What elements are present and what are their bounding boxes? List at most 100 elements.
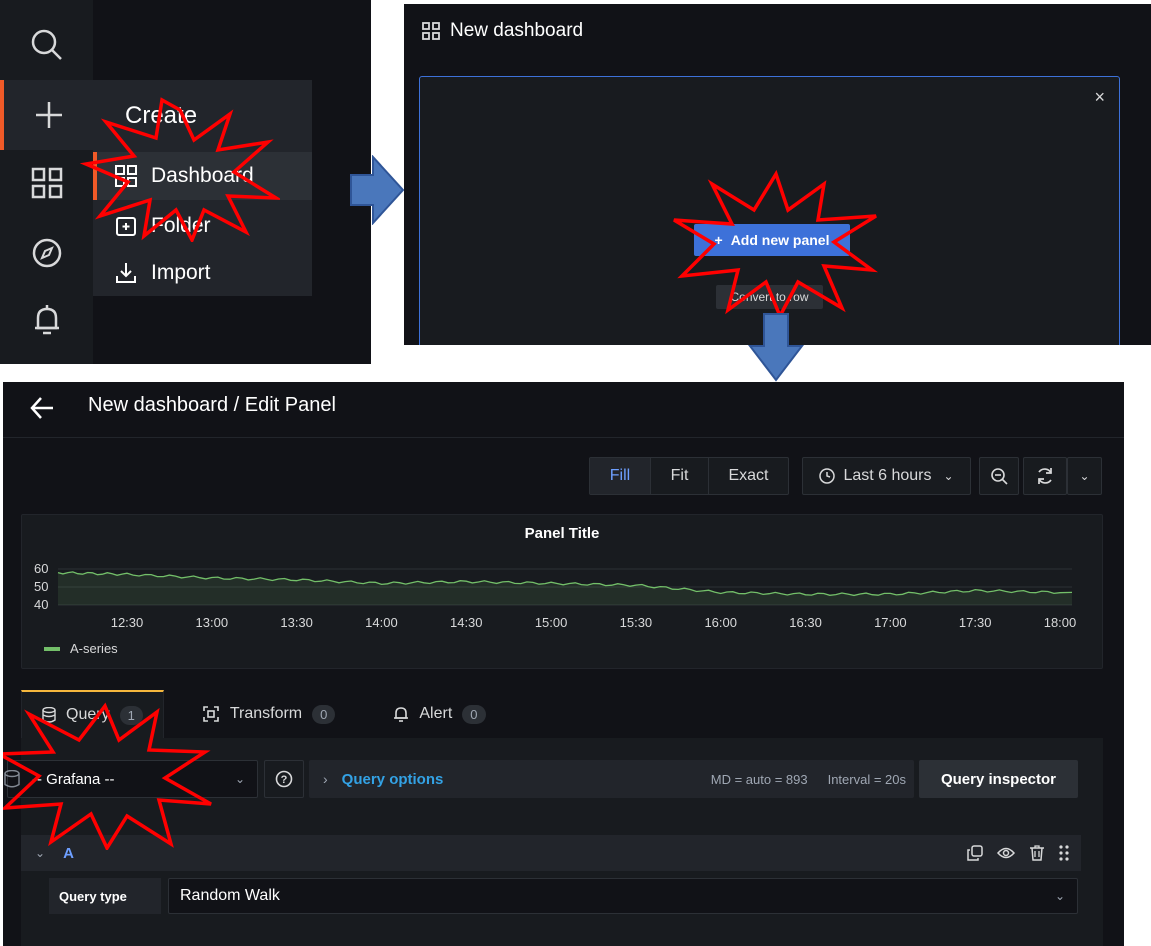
chevron-down-icon[interactable]: ⌄ <box>35 846 45 860</box>
zoom-out-icon <box>991 468 1008 485</box>
tab-transform[interactable]: Transform 0 <box>182 690 356 738</box>
alert-bell-icon <box>393 705 409 723</box>
query-options-bar[interactable]: › Query options MD = auto = 893 Interval… <box>309 760 914 798</box>
dashboard-grid-icon <box>113 163 139 189</box>
x-tick-label: 16:00 <box>704 615 737 630</box>
svg-text:?: ? <box>281 774 288 786</box>
explore-nav-button[interactable] <box>0 218 93 288</box>
edit-panel-header: New dashboard / Edit Panel <box>3 382 1124 438</box>
chevron-down-icon: ⌄ <box>234 772 245 786</box>
view-mode-toggle: Fill Fit Exact <box>589 457 789 495</box>
menu-item-import[interactable]: Import <box>93 249 312 297</box>
fill-mode-button[interactable]: Fill <box>590 458 650 494</box>
chevron-down-icon: ⌄ <box>943 469 954 483</box>
x-tick-label: 18:00 <box>1044 615 1077 630</box>
tab-count-badge: 0 <box>462 704 486 724</box>
dashboard-title: New dashboard <box>422 20 583 42</box>
y-tick-label: 40 <box>34 597 48 612</box>
query-options-label: Query options <box>341 770 444 788</box>
menu-item-label: Folder <box>151 214 211 237</box>
query-type-select[interactable]: Random Walk ⌄ <box>168 878 1078 914</box>
create-dropdown-menu: Create Dashboard Folder Import <box>93 80 312 296</box>
import-icon <box>113 260 139 286</box>
chart-title: Panel Title <box>524 525 600 542</box>
arrow-left-icon[interactable] <box>29 395 55 421</box>
menu-item-folder[interactable]: Folder <box>93 202 312 250</box>
time-range-picker[interactable]: Last 6 hours ⌄ <box>802 457 971 495</box>
x-tick-label: 13:30 <box>280 615 313 630</box>
menu-item-label: Dashboard <box>151 164 254 187</box>
explore-compass-icon <box>32 238 61 268</box>
y-tick-label: 50 <box>34 579 48 594</box>
eye-icon[interactable] <box>997 846 1015 860</box>
close-icon[interactable]: × <box>1094 87 1105 108</box>
page-title: New dashboard / Edit Panel <box>88 394 336 416</box>
query-name[interactable]: A <box>63 845 74 862</box>
exact-mode-button[interactable]: Exact <box>708 458 788 494</box>
query-type-label: Query type <box>49 878 161 914</box>
time-range-label: Last 6 hours <box>843 467 932 484</box>
query-options-meta: MD = auto = 893 Interval = 20s <box>711 772 906 787</box>
refresh-interval-dropdown[interactable]: ⌄ <box>1067 457 1102 495</box>
plus-icon <box>35 102 62 128</box>
database-icon <box>4 770 20 788</box>
duplicate-icon[interactable] <box>967 845 983 861</box>
zoom-out-button[interactable] <box>979 457 1019 495</box>
fit-mode-button[interactable]: Fit <box>650 458 708 494</box>
tab-query[interactable]: Query 1 <box>21 690 164 738</box>
refresh-button[interactable] <box>1023 457 1067 495</box>
x-tick-label: 13:00 <box>196 615 229 630</box>
dashboard-title-text: New dashboard <box>450 20 584 41</box>
tab-label: Alert <box>419 705 453 722</box>
x-tick-label: 15:00 <box>535 615 568 630</box>
create-nav-button[interactable] <box>0 80 93 150</box>
tab-label: Query <box>66 706 110 723</box>
chart-legend: A-series <box>44 641 118 656</box>
query-row-header: ⌄ A <box>21 835 1081 871</box>
tab-count-badge: 1 <box>119 705 143 725</box>
alerting-nav-button[interactable] <box>0 285 93 355</box>
tab-alert[interactable]: Alert 0 <box>373 690 505 738</box>
dashboards-nav-button[interactable] <box>0 148 93 218</box>
refresh-icon <box>1038 468 1052 484</box>
tab-label: Transform <box>229 705 303 722</box>
trash-icon[interactable] <box>1029 845 1045 861</box>
add-new-panel-button[interactable]: + Add new panel <box>694 224 850 256</box>
datasource-name: -- Grafana -- <box>32 770 115 788</box>
menu-item-dashboard[interactable]: Dashboard <box>93 152 312 200</box>
x-tick-label: 17:30 <box>959 615 992 630</box>
datasource-picker[interactable]: -- Grafana -- ⌄ <box>4 760 258 798</box>
search-nav-button[interactable] <box>0 10 93 80</box>
search-icon <box>31 29 62 60</box>
chevron-right-icon: › <box>323 771 328 787</box>
transform-icon <box>202 705 220 723</box>
chevron-down-icon: ⌄ <box>1054 889 1065 903</box>
drag-handle-icon[interactable] <box>1059 845 1069 861</box>
alert-bell-icon <box>34 305 59 335</box>
x-tick-label: 16:30 <box>789 615 822 630</box>
empty-panel-placeholder: × + Add new panel Convert to row <box>419 76 1120 345</box>
dashboard-grid-icon <box>422 22 440 40</box>
y-tick-label: 60 <box>34 561 48 576</box>
create-menu-screenshot: Create Dashboard Folder Import <box>0 0 371 364</box>
series-area-fill <box>58 571 1072 605</box>
time-series-chart: 40 50 60 12:30 13:00 13:30 14:00 14:30 15:00 15:3… <box>34 561 1077 630</box>
min-interval: Interval = 20s <box>827 771 906 787</box>
flow-arrow-right <box>350 155 405 225</box>
legend-swatch <box>44 646 60 651</box>
x-tick-label: 14:30 <box>450 615 483 630</box>
x-tick-label: 14:00 <box>365 615 398 630</box>
convert-to-row-button[interactable]: Convert to row <box>716 285 823 309</box>
x-tick-label: 17:00 <box>874 615 907 630</box>
legend-series-name[interactable]: A-series <box>70 641 118 656</box>
query-type-value: Random Walk <box>180 887 280 904</box>
x-tick-label: 12:30 <box>111 615 144 630</box>
edit-panel-screenshot: New dashboard / Edit Panel Fill Fit Exac… <box>3 382 1124 946</box>
dashboards-icon <box>31 167 62 199</box>
editor-tabs: Query 1 Transform 0 Alert 0 <box>21 690 506 738</box>
x-tick-label: 15:30 <box>620 615 653 630</box>
flow-arrow-down <box>748 313 804 382</box>
chevron-down-icon: ⌄ <box>1079 469 1090 483</box>
query-inspector-button[interactable]: Query inspector <box>919 760 1078 798</box>
datasource-help-button[interactable]: ? <box>264 760 304 798</box>
